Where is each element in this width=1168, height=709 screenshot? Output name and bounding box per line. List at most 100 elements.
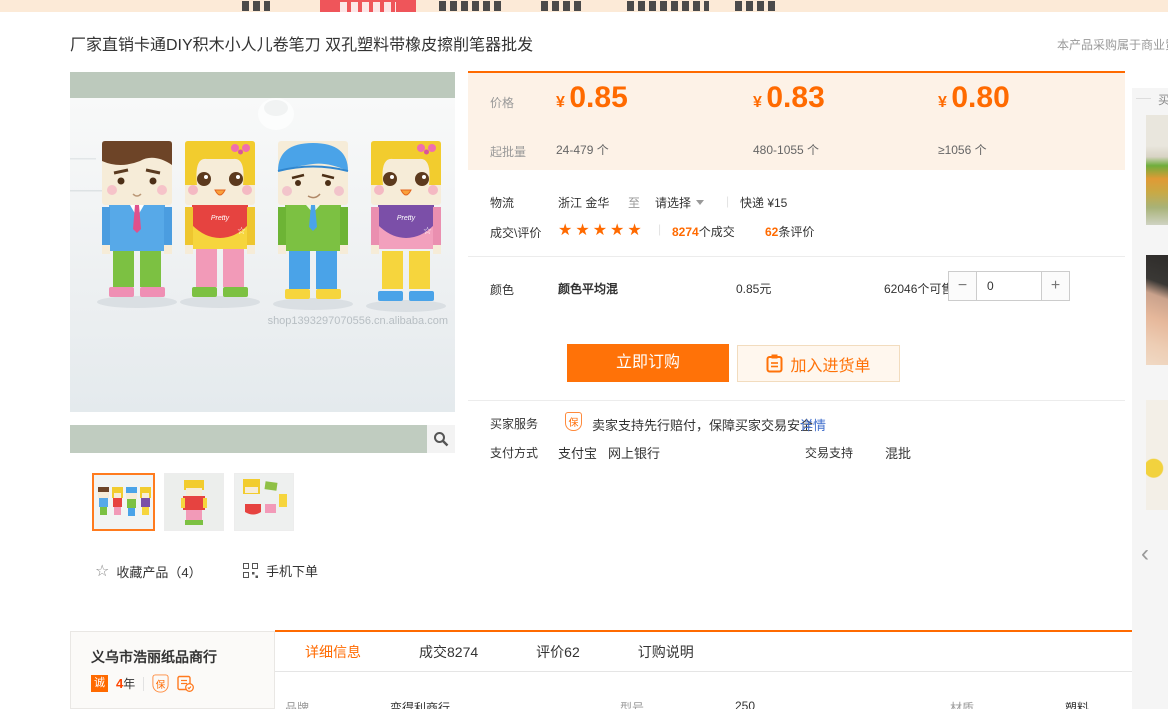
spec-value: 变得利商行: [390, 699, 450, 709]
spec-label: 型号: [620, 699, 644, 709]
magnifier-icon: [433, 431, 449, 447]
payment-label: 支付方式: [490, 444, 538, 461]
quantity-plus-button[interactable]: +: [1041, 272, 1069, 300]
nav-item-label: [340, 2, 396, 12]
order-now-button[interactable]: 立即订购: [567, 344, 729, 382]
service-text: 卖家支持先行赔付，保障买家交易安全: [592, 415, 813, 434]
sku-stock: 62046个可售: [884, 280, 953, 297]
moq-tier-3: ≥1056 个: [938, 141, 987, 158]
product-photo: Pretty ☆: [70, 72, 455, 412]
nav-item-active[interactable]: [320, 0, 416, 12]
thumbnail-2[interactable]: [164, 473, 224, 531]
panel-header-dash: [1136, 98, 1151, 99]
related-products-panel: 买 ‹: [1132, 88, 1168, 709]
logistics-label: 物流: [490, 194, 514, 211]
thumbnail-1-image: [94, 475, 153, 529]
purchase-notice: 本产品采购属于商业贸: [1057, 36, 1168, 53]
main-product-image[interactable]: Pretty ☆: [70, 72, 455, 412]
star-outline-icon: ☆: [95, 561, 109, 581]
service-detail-link[interactable]: 详情: [800, 415, 826, 434]
thumbnail-3[interactable]: [234, 473, 294, 531]
tab-detail-info[interactable]: 详细信息: [305, 642, 361, 662]
pay-method-alipay[interactable]: 支付宝: [558, 443, 597, 462]
related-product-image[interactable]: [1146, 400, 1168, 510]
mobile-order[interactable]: 手机下单: [243, 561, 318, 580]
certificate-icon: [177, 675, 194, 692]
seller-years: 4年: [116, 675, 135, 692]
price-label: 价格: [490, 94, 514, 111]
seller-name[interactable]: 义乌市浩丽纸品商行: [91, 647, 217, 667]
guarantee-shield-icon: 保: [153, 674, 169, 692]
buyer-service-label: 买家服务: [490, 415, 538, 432]
rating-stars: ★★★★★: [558, 220, 645, 240]
svg-text:Pretty: Pretty: [211, 215, 230, 222]
tab-ordering-info[interactable]: 订购说明: [638, 642, 694, 662]
qr-code-icon: [243, 563, 258, 578]
spec-value: 250: [735, 699, 755, 709]
nav-item[interactable]: [439, 1, 501, 11]
photo-watermark: shop1393297070556.cn.alibaba.com: [268, 315, 448, 327]
svg-text:☆: ☆: [423, 226, 432, 237]
origin-location: 浙江 金华: [558, 194, 609, 211]
product-page: 厂家直销卡通DIY积木小人儿卷笔刀 双孔塑料带橡皮擦削笔器批发 本产品采购属于商…: [0, 0, 1168, 709]
divider-line: [468, 256, 1125, 257]
nav-item[interactable]: [242, 1, 270, 11]
to-label: 至: [628, 194, 640, 211]
chengxintong-badge-icon: 诚: [91, 675, 108, 692]
page-title: 厂家直销卡通DIY积木小人儿卷笔刀 双孔塑料带橡皮擦削笔器批发: [70, 31, 533, 55]
add-to-cart-label: 加入进货单: [790, 352, 870, 376]
sku-price: 0.85元: [736, 280, 771, 297]
nav-item[interactable]: [541, 1, 583, 11]
image-zoom-bar: [70, 425, 455, 453]
related-product-image[interactable]: [1146, 255, 1168, 365]
sku-name: 颜色平均混: [558, 280, 618, 297]
add-to-cart-button[interactable]: 加入进货单: [737, 345, 900, 382]
related-product-image[interactable]: [1146, 115, 1168, 225]
review-count-link[interactable]: 62条评价: [765, 223, 814, 240]
deal-count-link[interactable]: 8274个成交: [672, 223, 735, 240]
seller-panel: 义乌市浩丽纸品商行 诚 4年 保: [70, 631, 275, 709]
express-fee: 快递 ¥15: [740, 194, 787, 211]
quantity-minus-button[interactable]: −: [949, 272, 977, 300]
thumbnail-3-image: [235, 474, 293, 530]
favorite-label: 收藏产品（4）: [116, 562, 201, 581]
trade-support-value: 混批: [885, 443, 911, 462]
pay-method-netbank[interactable]: 网上银行: [608, 443, 660, 462]
moq-tier-1: 24-479 个: [556, 141, 609, 158]
mobile-order-label: 手机下单: [266, 561, 318, 580]
thumbnail-1-selected[interactable]: [92, 473, 155, 531]
guarantee-shield-icon: 保: [565, 412, 582, 431]
color-label: 颜色: [490, 281, 514, 298]
quantity-input[interactable]: [977, 272, 1041, 300]
moq-label: 起批量: [490, 143, 526, 160]
carousel-prev-icon[interactable]: ‹: [1141, 540, 1149, 568]
panel-header-partial: 买: [1158, 91, 1168, 108]
tab-reviews[interactable]: 评价62: [536, 642, 580, 662]
detail-tab-bar: 详细信息 成交8274 评价62 订购说明: [275, 630, 1168, 672]
seller-badges: 诚 4年 保: [91, 674, 194, 693]
nav-item[interactable]: [627, 1, 709, 11]
nav-item[interactable]: [735, 1, 777, 11]
destination-select[interactable]: 请选择: [655, 194, 704, 211]
spec-value: 塑料: [1065, 699, 1089, 709]
clipboard-icon: [766, 354, 783, 373]
divider: |: [718, 194, 737, 208]
magnifier-button[interactable]: [427, 425, 455, 453]
quantity-stepper: − +: [948, 271, 1070, 301]
divider-line: [468, 400, 1125, 401]
top-navigation: [0, 0, 1168, 12]
price-tier-1: ¥ 0.85: [556, 81, 628, 115]
price-tier-3: ¥ 0.80: [938, 81, 1010, 115]
svg-text:☆: ☆: [237, 226, 246, 237]
review-label: 成交\评价: [490, 224, 541, 241]
thumbnail-2-image: [165, 474, 223, 530]
favorite-product[interactable]: ☆ 收藏产品（4）: [95, 561, 202, 581]
trade-support-label: 交易支持: [805, 444, 853, 461]
price-panel: 价格 起批量 ¥ 0.85 ¥ 0.83 ¥ 0.80 24-479 个 480…: [468, 71, 1125, 170]
spec-label: 材质: [950, 699, 974, 709]
divider: |: [650, 222, 669, 236]
spec-label: 品牌: [285, 699, 309, 709]
tab-deals[interactable]: 成交8274: [419, 642, 478, 662]
chevron-down-icon: [696, 200, 704, 205]
divider: [143, 677, 144, 691]
